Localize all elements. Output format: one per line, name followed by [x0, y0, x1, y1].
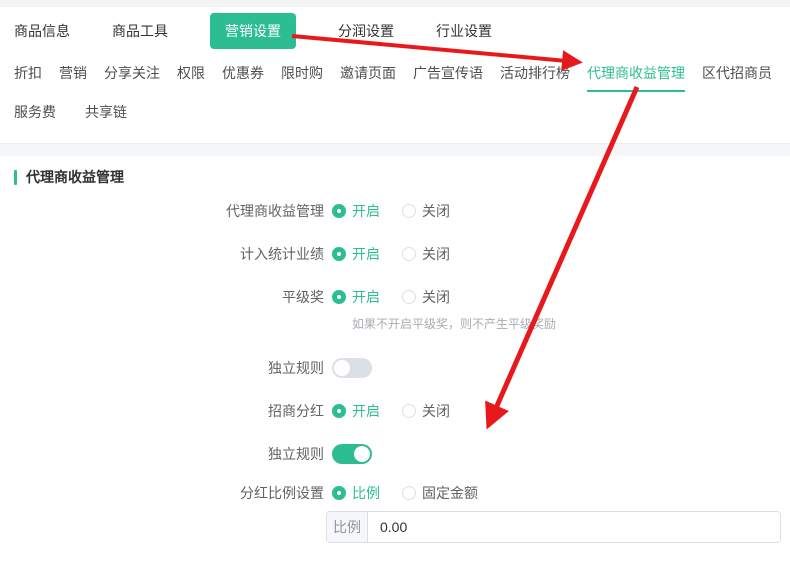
sub-tab-coupon[interactable]: 优惠券 — [222, 63, 264, 92]
sub-tab-service-fee[interactable]: 服务费 — [14, 102, 56, 131]
top-tab-marketing-settings[interactable]: 营销设置 — [210, 13, 296, 49]
radio-option-on[interactable]: 开启 — [332, 401, 380, 421]
form-row-peer-level-award: 平级奖 开启 关闭 — [14, 287, 776, 307]
ratio-input-group: 比例 — [326, 511, 781, 543]
sub-tab-shared-chain[interactable]: 共享链 — [85, 102, 127, 131]
radio-unchecked-icon — [402, 290, 416, 304]
radio-option-on[interactable]: 开启 — [332, 201, 380, 221]
radio-option-ratio[interactable]: 比例 — [332, 483, 380, 503]
section-title: 代理商收益管理 — [14, 167, 776, 187]
settings-form: 代理商收益管理 开启 关闭 计入统计业绩 开启 — [14, 201, 776, 543]
radio-unchecked-icon — [402, 204, 416, 218]
field-label: 平级奖 — [14, 287, 324, 307]
ratio-input[interactable] — [368, 512, 780, 542]
field-label: 代理商收益管理 — [14, 201, 324, 221]
radio-unchecked-icon — [402, 486, 416, 500]
page-top-strip — [0, 0, 790, 7]
sub-tab-permission[interactable]: 权限 — [177, 63, 205, 92]
radio-option-off[interactable]: 关闭 — [402, 201, 450, 221]
radio-option-fixed-amount[interactable]: 固定金额 — [402, 483, 478, 503]
top-tab-product-tools[interactable]: 商品工具 — [112, 21, 168, 41]
sub-tab-district-agent-recruiter[interactable]: 区代招商员 — [702, 63, 772, 92]
radio-checked-icon — [332, 486, 346, 500]
sub-tab-flash-sale[interactable]: 限时购 — [281, 63, 323, 92]
radio-unchecked-icon — [402, 247, 416, 261]
sub-tab-invite-page[interactable]: 邀请页面 — [340, 63, 396, 92]
form-row-count-into-stats: 计入统计业绩 开启 关闭 — [14, 244, 776, 264]
radio-unchecked-icon — [402, 404, 416, 418]
field-label: 招商分红 — [14, 401, 324, 421]
sub-tab-bar-row2: 服务费 共享链 — [0, 98, 790, 139]
top-tab-product-info[interactable]: 商品信息 — [14, 21, 70, 41]
sub-tab-ad-slogan[interactable]: 广告宣传语 — [413, 63, 483, 92]
radio-checked-icon — [332, 290, 346, 304]
radio-option-off[interactable]: 关闭 — [402, 287, 450, 307]
radio-checked-icon — [332, 404, 346, 418]
sub-tab-activity-ranking[interactable]: 活动排行榜 — [500, 63, 570, 92]
form-row-independent-rule-1: 独立规则 — [14, 358, 776, 378]
section-separator — [0, 143, 790, 156]
sub-tab-agent-revenue-management[interactable]: 代理商收益管理 — [587, 63, 685, 92]
peer-level-award-hint: 如果不开启平级奖，则不产生平级奖励 — [352, 315, 776, 332]
sub-tab-discount[interactable]: 折扣 — [14, 63, 42, 92]
independent-rule-switch-on[interactable] — [332, 444, 372, 464]
form-row-merchant-dividend: 招商分红 开启 关闭 — [14, 401, 776, 421]
field-label: 分红比例设置 — [14, 483, 324, 503]
independent-rule-switch-off[interactable] — [332, 358, 372, 378]
field-label: 计入统计业绩 — [14, 244, 324, 264]
form-row-agent-revenue-management: 代理商收益管理 开启 关闭 — [14, 201, 776, 221]
section-title-text: 代理商收益管理 — [26, 167, 124, 187]
sub-tab-marketing[interactable]: 营销 — [59, 63, 87, 92]
field-label: 独立规则 — [14, 358, 324, 378]
ratio-input-prefix-label: 比例 — [327, 512, 368, 542]
sub-tab-share-follow[interactable]: 分享关注 — [104, 63, 160, 92]
radio-option-off[interactable]: 关闭 — [402, 401, 450, 421]
form-row-dividend-ratio-setting: 分红比例设置 比例 固定金额 — [14, 483, 776, 503]
top-tab-industry-settings[interactable]: 行业设置 — [436, 21, 492, 41]
form-row-independent-rule-2: 独立规则 — [14, 444, 776, 464]
radio-checked-icon — [332, 247, 346, 261]
main-content: 代理商收益管理 代理商收益管理 开启 关闭 计入统计业绩 — [0, 156, 790, 543]
top-tab-profit-settings[interactable]: 分润设置 — [338, 21, 394, 41]
top-tab-bar: 商品信息 商品工具 营销设置 分润设置 行业设置 — [0, 7, 790, 59]
radio-checked-icon — [332, 204, 346, 218]
section-title-accent-bar — [14, 170, 17, 185]
radio-option-on[interactable]: 开启 — [332, 287, 380, 307]
sub-tab-bar-row1: 折扣 营销 分享关注 权限 优惠券 限时购 邀请页面 广告宣传语 活动排行榜 代… — [0, 59, 790, 92]
radio-option-on[interactable]: 开启 — [332, 244, 380, 264]
field-label: 独立规则 — [14, 444, 324, 464]
radio-option-off[interactable]: 关闭 — [402, 244, 450, 264]
